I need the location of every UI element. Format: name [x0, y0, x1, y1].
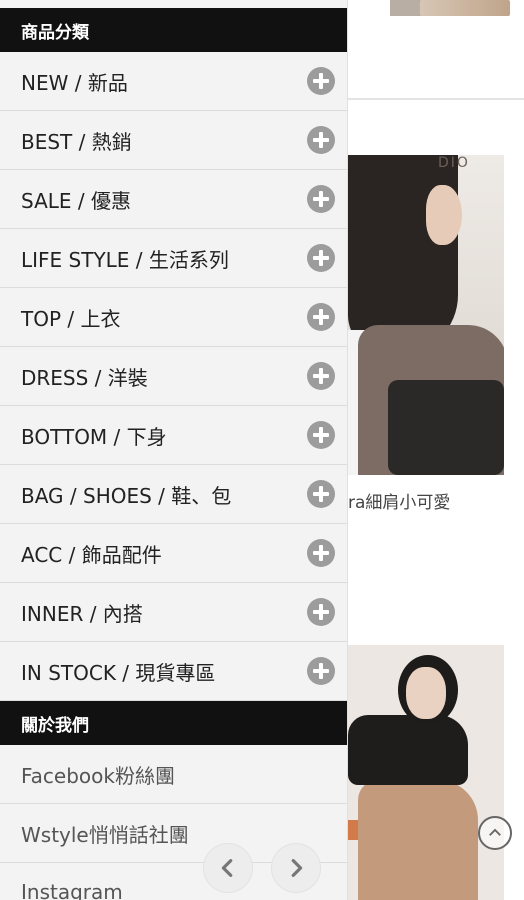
- menu-item-life-style[interactable]: LIFE STYLE / 生活系列: [0, 229, 347, 288]
- menu-link-label: Instagram: [21, 880, 123, 900]
- menu-item-top[interactable]: TOP / 上衣: [0, 288, 347, 347]
- plus-circle-icon[interactable]: [307, 126, 335, 154]
- top-product-strip: [348, 0, 524, 18]
- menu-item-dress[interactable]: DRESS / 洋裝: [0, 347, 347, 406]
- menu-item-new[interactable]: NEW / 新品: [0, 52, 347, 111]
- menu-item-label: ACC / 飾品配件: [21, 542, 162, 567]
- menu-item-sale[interactable]: SALE / 優惠: [0, 170, 347, 229]
- menu-item-in-stock[interactable]: IN STOCK / 現貨專區: [0, 642, 347, 701]
- menu-item-label: LIFE STYLE / 生活系列: [21, 247, 229, 272]
- scroll-to-top-button[interactable]: [478, 816, 512, 850]
- plus-circle-icon[interactable]: [307, 657, 335, 685]
- plus-circle-icon[interactable]: [307, 480, 335, 508]
- menu-item-label: IN STOCK / 現貨專區: [21, 660, 216, 685]
- menu-item-best[interactable]: BEST / 熱銷: [0, 111, 347, 170]
- plus-circle-icon[interactable]: [307, 303, 335, 331]
- plus-circle-icon[interactable]: [307, 539, 335, 567]
- plus-circle-icon[interactable]: [307, 244, 335, 272]
- next-button[interactable]: [271, 843, 321, 893]
- menu-item-label: TOP / 上衣: [21, 306, 121, 331]
- plus-circle-icon[interactable]: [307, 598, 335, 626]
- menu-item-label: DRESS / 洋裝: [21, 365, 148, 390]
- menu-item-inner[interactable]: INNER / 內搭: [0, 583, 347, 642]
- menu-item-bottom[interactable]: BOTTOM / 下身: [0, 406, 347, 465]
- previous-button[interactable]: [203, 843, 253, 893]
- menu-item-label: BOTTOM / 下身: [21, 424, 167, 449]
- product-name[interactable]: ra細肩小可愛: [348, 488, 450, 513]
- plus-circle-icon[interactable]: [307, 67, 335, 95]
- chevron-up-icon: [489, 828, 501, 836]
- about-header: 關於我們: [0, 701, 347, 745]
- menu-link-label: Wstyle悄悄話社團: [21, 822, 189, 847]
- plus-circle-icon[interactable]: [307, 185, 335, 213]
- plus-circle-icon[interactable]: [307, 362, 335, 390]
- carousel-navigation: [203, 843, 321, 893]
- menu-item-acc[interactable]: ACC / 飾品配件: [0, 524, 347, 583]
- menu-item-label: NEW / 新品: [21, 70, 128, 95]
- menu-item-label: BEST / 熱銷: [21, 129, 132, 154]
- chevron-right-icon: [291, 859, 303, 877]
- menu-item-label: BAG / SHOES / 鞋、包: [21, 483, 232, 508]
- product-image[interactable]: [348, 645, 504, 900]
- menu-link-label: Facebook粉絲團: [21, 763, 175, 788]
- side-menu-drawer: 商品分類 NEW / 新品 BEST / 熱銷 SALE / 優惠 LIFE S…: [0, 0, 347, 900]
- chevron-left-icon: [221, 859, 233, 877]
- menu-link-facebook[interactable]: Facebook粉絲團: [0, 745, 347, 804]
- product-image[interactable]: DIO: [348, 155, 504, 475]
- categories-header: 商品分類: [0, 8, 347, 52]
- product-thumbnail[interactable]: [420, 0, 510, 16]
- divider: [348, 98, 524, 100]
- menu-item-label: SALE / 優惠: [21, 188, 131, 213]
- photo-watermark-text: DIO: [438, 155, 470, 171]
- plus-circle-icon[interactable]: [307, 421, 335, 449]
- menu-item-bag-shoes[interactable]: BAG / SHOES / 鞋、包: [0, 465, 347, 524]
- menu-item-label: INNER / 內搭: [21, 601, 143, 626]
